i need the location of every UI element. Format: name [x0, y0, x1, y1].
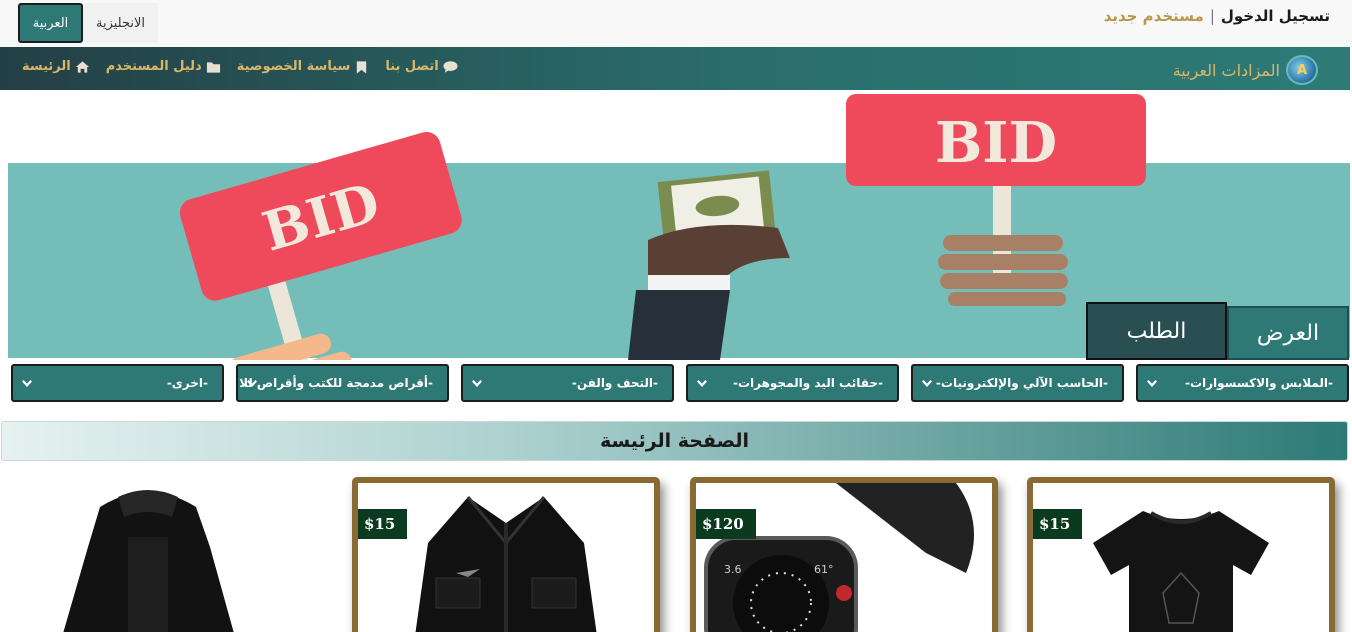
- chevron-down-icon: [696, 378, 708, 390]
- price-badge: $15: [358, 509, 408, 539]
- section-title: الصفحة الرئيسة: [1, 421, 1348, 461]
- category-other-dropdown[interactable]: -اخرى-: [11, 364, 224, 402]
- lang-arabic-button[interactable]: العربية: [18, 3, 83, 43]
- login-link[interactable]: تسجيل الدخول: [1221, 7, 1330, 25]
- category-bar: -الملابس والاكسسوارات- -الحاسب الآلي وال…: [0, 362, 1352, 404]
- nav-user-guide-link[interactable]: دليل المستخدم: [106, 59, 221, 74]
- category-media-dropdown[interactable]: -أقراص مدمجة للكتب وأقراص للا: [236, 364, 449, 402]
- folder-icon: [206, 61, 220, 73]
- price-badge: $120: [696, 509, 756, 539]
- tshirt-image: [1093, 511, 1269, 632]
- nav-user-guide-label: دليل المستخدم: [105, 59, 202, 74]
- tab-offer[interactable]: العرض: [1227, 306, 1349, 360]
- nav-privacy-link[interactable]: سياسة الخصوصية: [237, 59, 370, 74]
- category-computers-dropdown[interactable]: -الحاسب الآلي والإلكترونيات-: [911, 364, 1124, 402]
- nav-contact-label: اتصل بنا: [385, 59, 439, 74]
- comment-icon: [443, 60, 458, 73]
- category-clothes-dropdown[interactable]: -الملابس والاكسسوارات-: [1136, 364, 1349, 402]
- auth-separator: |: [1209, 7, 1215, 25]
- brand[interactable]: A المزادات العربية: [1173, 55, 1318, 85]
- category-label: -أقراص مدمجة للكتب وأقراص للا: [239, 376, 433, 390]
- bid-sign-right-text: BID: [935, 110, 1057, 176]
- chevron-down-icon: [21, 378, 33, 390]
- svg-text:61°: 61°: [814, 563, 834, 576]
- smartwatch-image: 3.6 61°: [704, 483, 974, 632]
- chevron-down-icon: [921, 378, 933, 390]
- auth-links: تسجيل الدخول | مستخدم جديد: [1104, 7, 1330, 25]
- category-label: -اخرى-: [166, 376, 208, 390]
- category-art-dropdown[interactable]: -التحف والفن-: [461, 364, 674, 402]
- nav-home-label: الرئيسة: [22, 59, 71, 74]
- main-navbar: A المزادات العربية الرئيسة دليل المستخدم…: [0, 47, 1350, 90]
- category-bags-dropdown[interactable]: -حقائب اليد والمجوهرات-: [686, 364, 899, 402]
- product-card[interactable]: 3.6 61° $120: [690, 477, 998, 632]
- home-icon: [75, 60, 89, 73]
- language-switcher: العربية الانجليزية: [18, 3, 158, 43]
- nav-privacy-label: سياسة الخصوصية: [236, 59, 351, 74]
- product-card[interactable]: $15: [1027, 477, 1335, 632]
- product-card[interactable]: $15: [352, 477, 660, 632]
- bookmark-icon: [357, 60, 367, 74]
- category-label: -الملابس والاكسسوارات-: [1184, 376, 1333, 390]
- lang-english-button[interactable]: الانجليزية: [83, 3, 158, 43]
- brand-logo-icon: A: [1286, 55, 1318, 85]
- svg-text:3.6: 3.6: [724, 563, 742, 576]
- chevron-down-icon: [246, 378, 258, 390]
- category-label: -التحف والفن-: [571, 376, 658, 390]
- category-label: -الحاسب الآلي والإلكترونيات-: [935, 376, 1108, 390]
- chevron-down-icon: [1146, 378, 1158, 390]
- nav-links: الرئيسة دليل المستخدم سياسة الخصوصية اتص…: [22, 59, 458, 74]
- product-card[interactable]: [0, 477, 308, 632]
- top-bar: تسجيل الدخول | مستخدم جديد العربية الانج…: [0, 0, 1352, 47]
- nav-contact-link[interactable]: اتصل بنا: [385, 59, 458, 74]
- chevron-down-icon: [471, 378, 483, 390]
- tab-request[interactable]: الطلب: [1086, 302, 1227, 360]
- nav-home-link[interactable]: الرئيسة: [22, 59, 90, 74]
- new-user-link[interactable]: مستخدم جديد: [1104, 7, 1204, 25]
- brand-name: المزادات العربية: [1172, 60, 1280, 80]
- page: تسجيل الدخول | مستخدم جديد العربية الانج…: [0, 0, 1352, 632]
- jacket-image: [415, 496, 597, 632]
- coat-image: [63, 490, 234, 632]
- category-label: -حقائب اليد والمجوهرات-: [732, 376, 883, 390]
- price-badge: $15: [1033, 509, 1083, 539]
